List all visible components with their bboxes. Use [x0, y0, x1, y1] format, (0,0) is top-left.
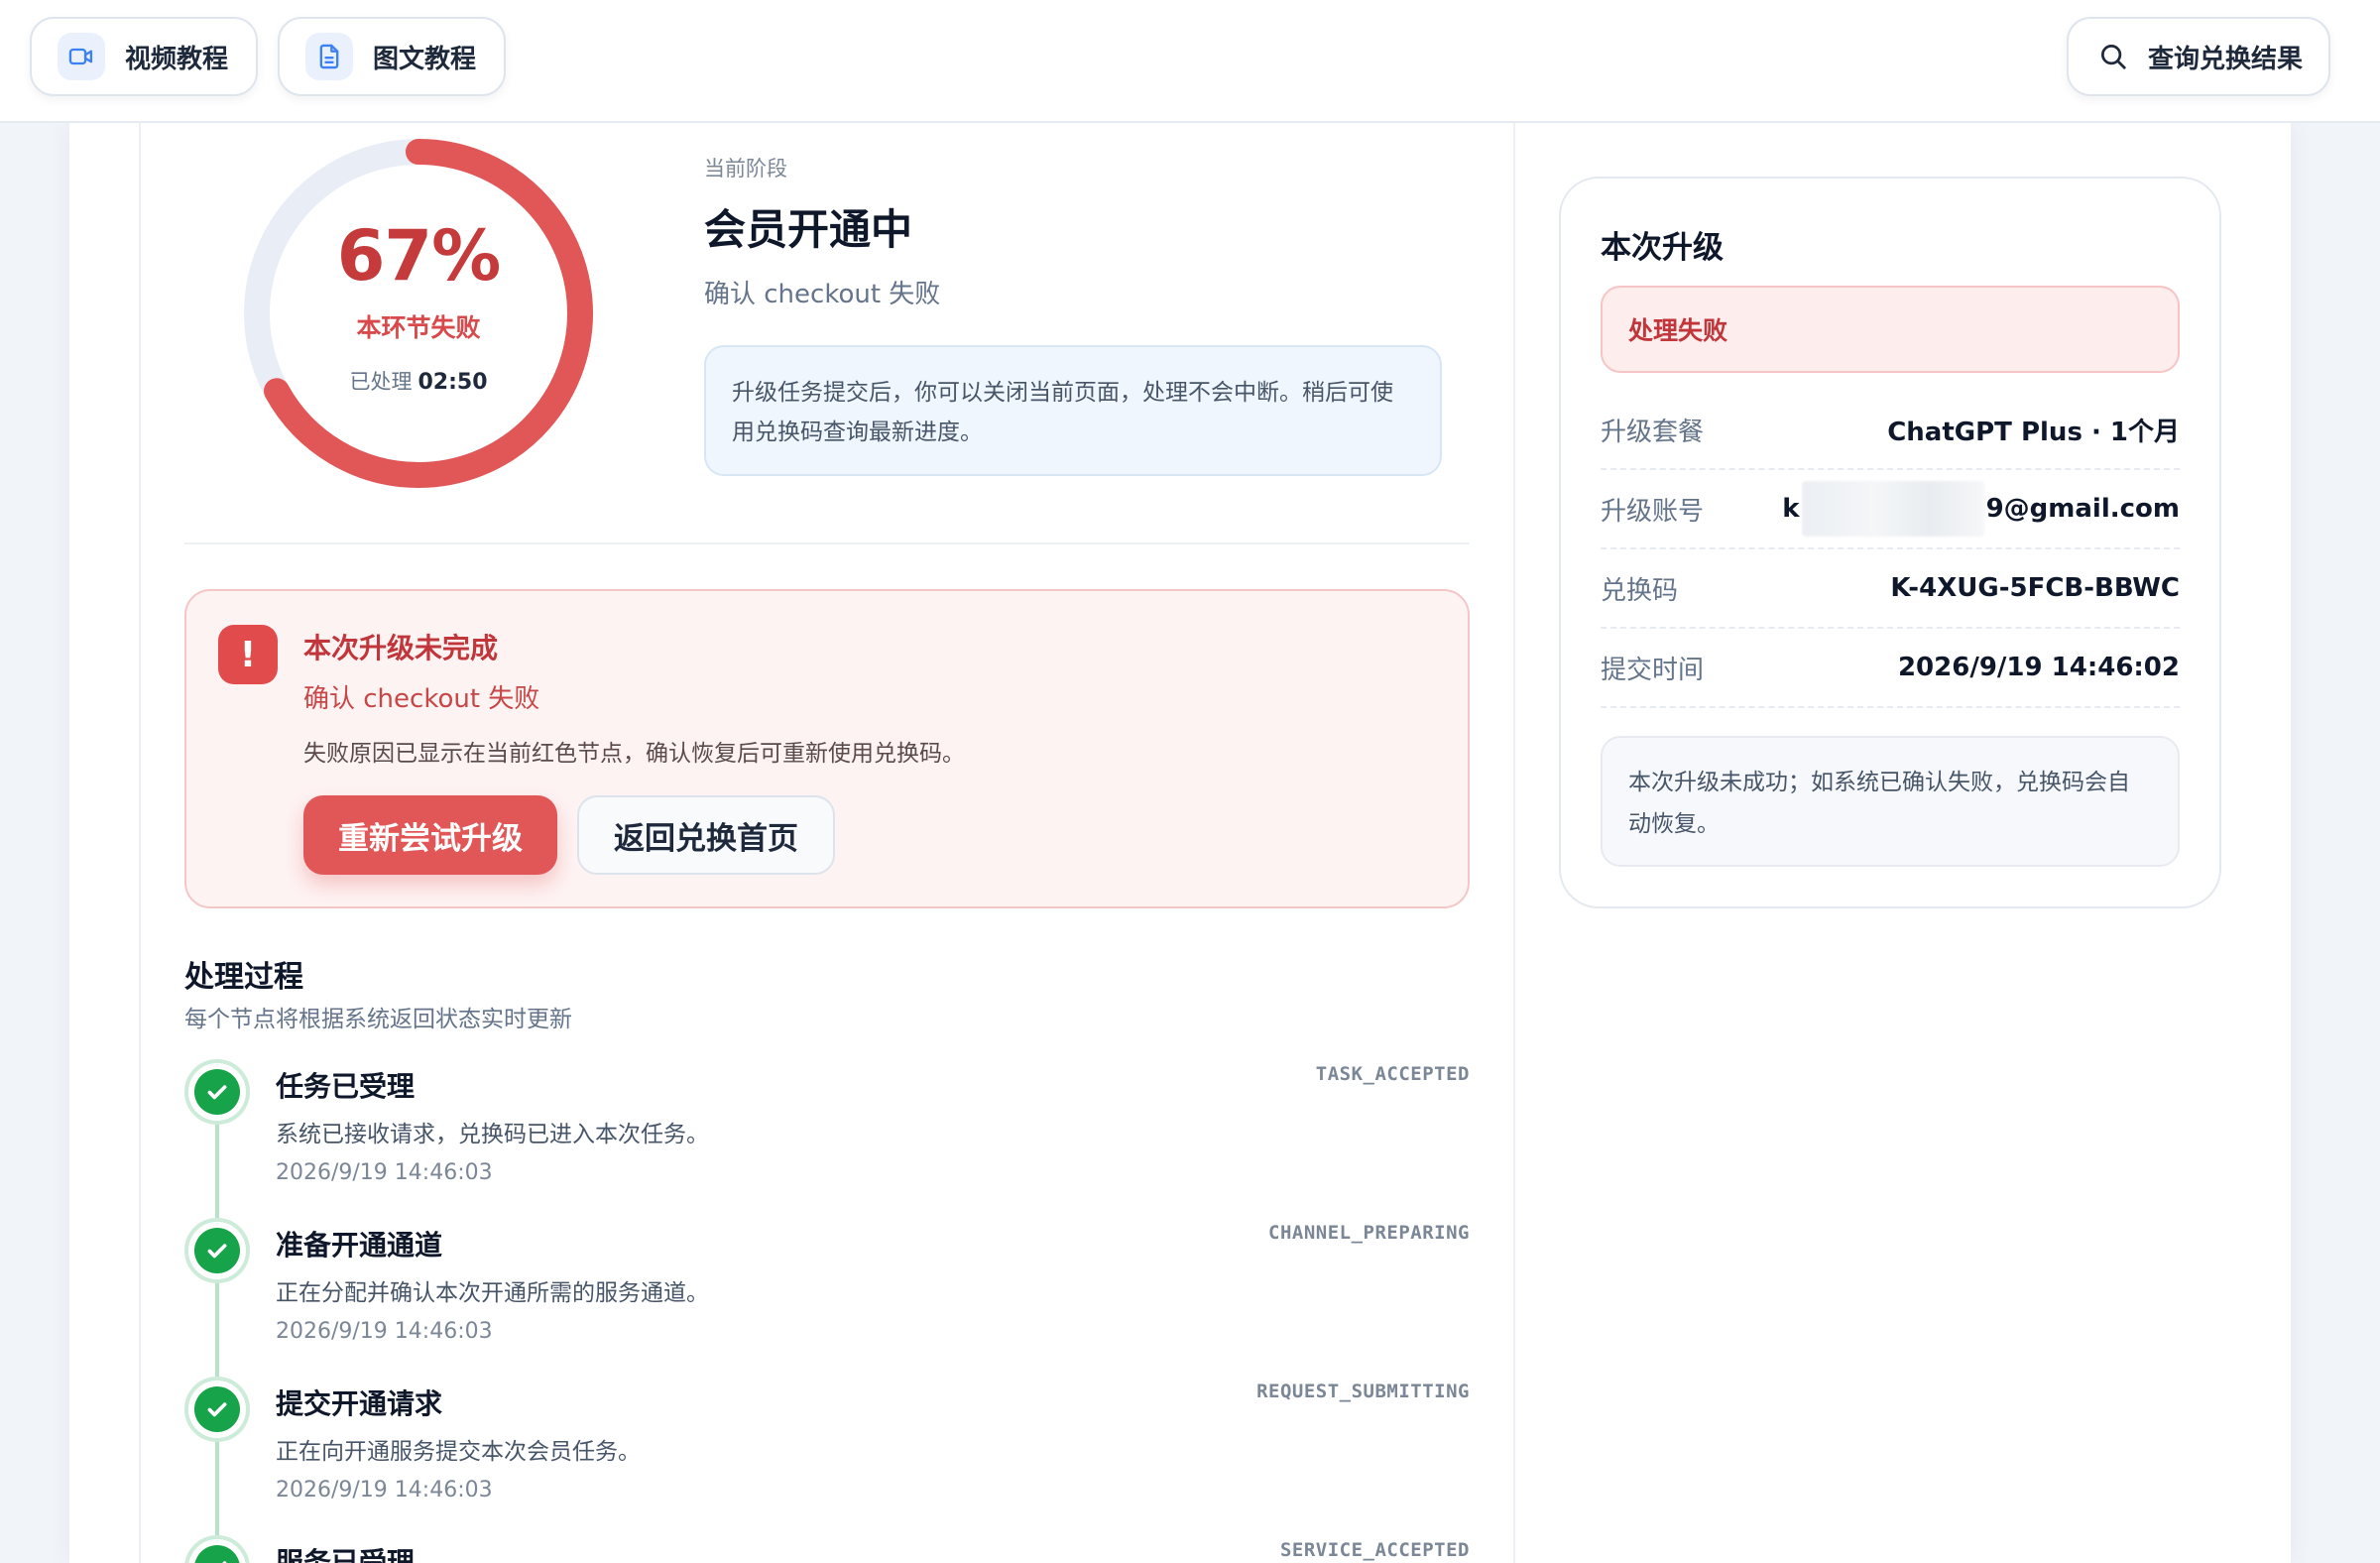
summary-note: 本次升级未成功；如系统已确认失败，兑换码会自动恢复。: [1601, 736, 2180, 867]
step-time: 2026/9/19 14:46:03: [276, 1478, 493, 1503]
error-description: 失败原因已显示在当前红色节点，确认恢复后可重新使用兑换码。: [303, 741, 965, 767]
elapsed-time: 已处理 02:50: [349, 366, 487, 396]
upgrade-summary-card: 本次升级 处理失败 升级套餐 ChatGPT Plus · 1个月 升级账号 k…: [1559, 177, 2221, 908]
step-time: 2026/9/19 14:46:03: [276, 1160, 493, 1185]
summary-row-account: 升级账号 k 9@gmail.com: [1601, 470, 2180, 549]
doc-tutorial-button[interactable]: 图文教程: [278, 17, 506, 96]
step-code: REQUEST_SUBMITTING: [1256, 1381, 1470, 1402]
progress-ring: 67% 本环节失败 已处理 02:50: [242, 137, 595, 490]
step-status: [184, 1377, 250, 1442]
back-to-home-button[interactable]: 返回兑换首页: [577, 795, 835, 875]
step-status: [184, 1059, 250, 1125]
top-bar: 视频教程 图文教程 查询兑换结果: [0, 0, 2380, 123]
redacted-mask: [1801, 481, 1984, 537]
stage-note: 升级任务提交后，你可以关闭当前页面，处理不会中断。稍后可使用兑换码查询最新进度。: [704, 345, 1442, 476]
account-prefix: k: [1782, 494, 1800, 524]
doc-tutorial-label: 图文教程: [373, 44, 477, 74]
retry-upgrade-button[interactable]: 重新尝试升级: [303, 795, 557, 875]
summary-row-plan: 升级套餐 ChatGPT Plus · 1个月: [1601, 391, 2180, 470]
video-icon: [58, 33, 105, 80]
error-panel: ! 本次升级未完成 确认 checkout 失败 失败原因已显示在当前红色节点，…: [184, 589, 1470, 908]
account-value: k 9@gmail.com: [1782, 481, 2180, 537]
document-icon: [305, 33, 353, 80]
step-name: 提交开通请求: [276, 1387, 443, 1420]
alert-icon: !: [218, 625, 278, 684]
time-value: 2026/9/19 14:46:02: [1897, 653, 2180, 682]
check-icon: [207, 1244, 227, 1259]
error-subtitle: 确认 checkout 失败: [303, 684, 540, 714]
timeline-step: 提交开通请求 正在向开通服务提交本次会员任务。 2026/9/19 14:46:…: [184, 1377, 1470, 1535]
status-badge: 处理失败: [1601, 286, 2180, 373]
stage-subtitle: 确认 checkout 失败: [704, 280, 941, 309]
process-title: 处理过程: [184, 960, 303, 995]
code-label: 兑换码: [1601, 575, 1679, 606]
step-status: [184, 1218, 250, 1283]
divider: [184, 542, 1470, 544]
check-icon: [207, 1085, 227, 1100]
account-label: 升级账号: [1601, 496, 1705, 527]
summary-row-time: 提交时间 2026/9/19 14:46:02: [1601, 629, 2180, 708]
elapsed-value: 02:50: [417, 370, 488, 395]
progress-status: 本环节失败: [356, 313, 481, 342]
query-result-label: 查询兑换结果: [2148, 44, 2304, 74]
step-name: 准备开通通道: [276, 1229, 443, 1262]
step-description: 正在分配并确认本次开通所需的服务通道。: [276, 1280, 709, 1306]
video-tutorial-button[interactable]: 视频教程: [30, 17, 258, 96]
step-status: [184, 1535, 250, 1563]
plan-label: 升级套餐: [1601, 417, 1705, 447]
step-code: CHANNEL_PREPARING: [1268, 1222, 1470, 1244]
step-code: TASK_ACCEPTED: [1315, 1063, 1470, 1085]
check-icon: [207, 1402, 227, 1417]
account-suffix: 9@gmail.com: [1985, 494, 2180, 524]
step-description: 正在向开通服务提交本次会员任务。: [276, 1439, 641, 1465]
check-icon: [222, 1561, 227, 1563]
stage-label: 当前阶段: [704, 157, 787, 180]
error-title: 本次升级未完成: [303, 632, 499, 664]
summary-row-code: 兑换码 K-4XUG-5FCB-BBWC: [1601, 549, 2180, 629]
search-icon: [2101, 45, 2126, 69]
stage-title: 会员开通中: [704, 205, 913, 254]
time-label: 提交时间: [1601, 655, 1705, 685]
elapsed-label: 已处理: [349, 370, 413, 394]
step-time: 2026/9/19 14:46:03: [276, 1319, 493, 1344]
summary-title: 本次升级: [1601, 230, 1724, 266]
plan-value: ChatGPT Plus · 1个月: [1887, 417, 2180, 447]
step-description: 系统已接收请求，兑换码已进入本次任务。: [276, 1122, 709, 1147]
progress-percent: 67%: [336, 215, 502, 297]
timeline-step: 任务已受理 系统已接收请求，兑换码已进入本次任务。 2026/9/19 14:4…: [184, 1059, 1470, 1218]
process-subtitle: 每个节点将根据系统返回状态实时更新: [184, 1007, 572, 1032]
timeline-step: 服务已受理 SERVICE_ACCEPTED: [184, 1535, 1470, 1563]
step-name: 任务已受理: [276, 1070, 416, 1103]
video-tutorial-label: 视频教程: [125, 44, 229, 74]
code-value: K-4XUG-5FCB-BBWC: [1890, 573, 2180, 603]
step-name: 服务已受理: [276, 1546, 416, 1563]
timeline-step: 准备开通通道 正在分配并确认本次开通所需的服务通道。 2026/9/19 14:…: [184, 1218, 1470, 1377]
query-result-button[interactable]: 查询兑换结果: [2067, 17, 2330, 96]
step-code: SERVICE_ACCEPTED: [1279, 1539, 1470, 1561]
